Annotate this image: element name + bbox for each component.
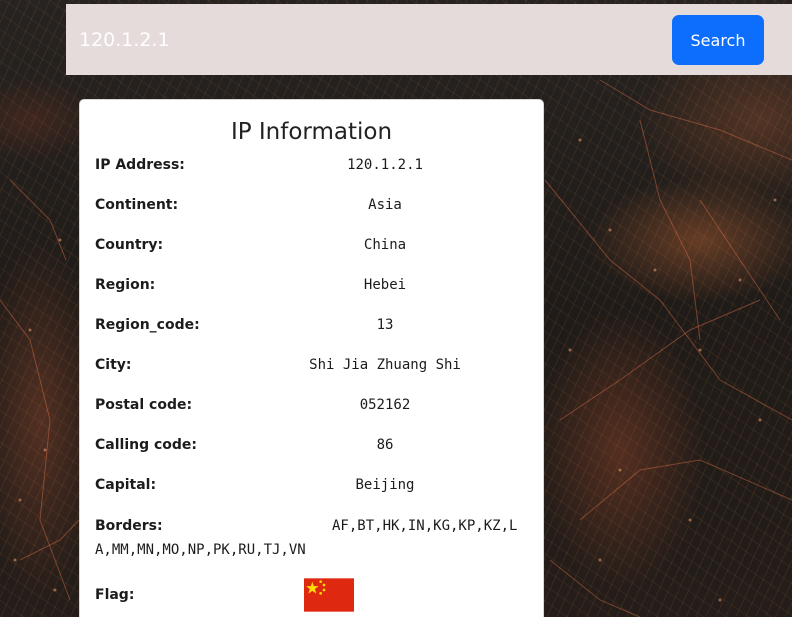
info-value: Beijing [355, 477, 415, 493]
info-value: Hebei [363, 277, 407, 293]
info-label: Postal code: [95, 397, 193, 413]
info-row-city: City: Shi Jia Zhuang Shi [95, 353, 535, 377]
info-label: Region_code: [95, 317, 200, 333]
info-label: IP Address: [95, 157, 185, 173]
info-label: Capital: [95, 477, 157, 493]
search-button[interactable]: Search [672, 15, 764, 65]
borders-value: AF,BT,HK,IN,KG,KP,KZ,LA,MM,MN,MO,NP,PK,R… [95, 518, 518, 558]
info-label: Region: [95, 277, 156, 293]
info-row-calling-code: Calling code: 86 [95, 433, 535, 457]
info-value: 052162 [359, 397, 411, 413]
info-value: Shi Jia Zhuang Shi [309, 357, 461, 373]
flag-small-star [322, 588, 326, 592]
flag-small-star [322, 583, 326, 587]
flag-field [304, 578, 354, 612]
info-row-postal-code: Postal code: 052162 [95, 393, 535, 417]
info-row-capital: Capital: Beijing [95, 473, 535, 497]
info-label: City: [95, 357, 132, 373]
ip-search-input[interactable] [66, 4, 666, 75]
card-title: IP Information [230, 119, 393, 145]
ip-information-card: IP Information IP Address: 120.1.2.1 Con… [79, 99, 544, 617]
flag-small-star [319, 592, 322, 595]
info-value: Asia [368, 197, 402, 213]
info-row-continent: Continent: Asia [95, 193, 535, 217]
search-bar: Search [66, 4, 792, 75]
info-value: 86 [376, 437, 394, 453]
info-value: 120.1.2.1 [347, 157, 423, 173]
flag-small-star [319, 580, 322, 583]
info-label: Continent: [95, 197, 179, 213]
info-row-region: Region: Hebei [95, 273, 535, 297]
info-label: Calling code: [95, 437, 198, 453]
info-row-ip-address: IP Address: 120.1.2.1 [95, 153, 535, 177]
info-value: 13 [376, 317, 394, 333]
info-row-region-code: Region_code: 13 [95, 313, 535, 337]
info-row-country: Country: China [95, 233, 535, 257]
china-flag-icon [304, 578, 354, 612]
info-label: Country: [95, 237, 164, 253]
info-value: China [363, 237, 407, 253]
info-label: Flag: [95, 587, 135, 603]
